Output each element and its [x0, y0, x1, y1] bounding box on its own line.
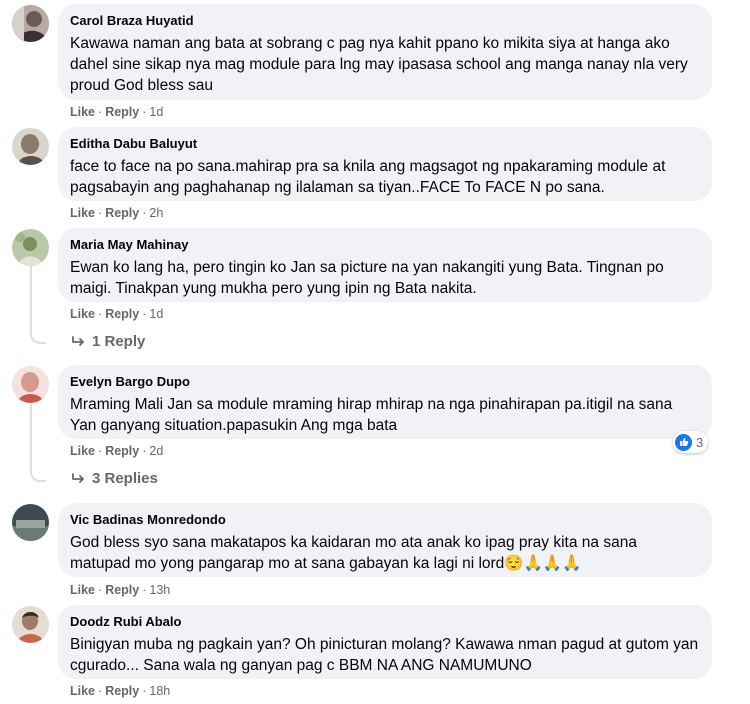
like-button[interactable]: Like — [70, 307, 95, 321]
like-button[interactable]: Like — [70, 583, 95, 597]
comment-actions: Like · Reply · 2d — [70, 444, 164, 458]
avatar[interactable] — [12, 128, 49, 165]
comment-bubble: Doodz Rubi Abalo Binigyan muba ng pagkai… — [58, 605, 712, 679]
avatar[interactable] — [12, 229, 49, 266]
avatar[interactable] — [12, 5, 49, 42]
comment-author[interactable]: Doodz Rubi Abalo — [70, 613, 700, 630]
comment-author[interactable]: Evelyn Bargo Dupo — [70, 373, 700, 390]
comment-text: face to face na po sana.mahirap pra sa k… — [70, 158, 666, 196]
comment-timestamp[interactable]: 13h — [149, 583, 170, 597]
comment-timestamp[interactable]: 2h — [149, 206, 163, 220]
comment-actions: Like · Reply · 2h — [70, 206, 164, 220]
like-button[interactable]: Like — [70, 206, 95, 220]
comment-bubble: Carol Braza Huyatid Kawawa naman ang bat… — [58, 4, 712, 100]
view-replies-button[interactable]: 1 Reply — [72, 332, 145, 352]
like-button[interactable]: Like — [70, 105, 95, 119]
comment-actions: Like · Reply · 1d — [70, 105, 164, 119]
avatar[interactable] — [12, 366, 49, 403]
comment-actions: Like · Reply · 1d — [70, 307, 164, 321]
reply-button[interactable]: Reply — [105, 307, 139, 321]
comment-author[interactable]: Vic Badinas Monredondo — [70, 511, 700, 528]
comment-actions: Like · Reply · 13h — [70, 583, 171, 597]
reply-button[interactable]: Reply — [105, 105, 139, 119]
comment-author[interactable]: Maria May Mahinay — [70, 236, 700, 253]
comment-text: Kawawa naman ang bata at sobrang c pag n… — [70, 35, 688, 94]
reaction-count: 3 — [696, 434, 704, 450]
comment-timestamp[interactable]: 2d — [149, 444, 163, 458]
reaction-summary[interactable]: 3 — [673, 431, 709, 453]
like-button[interactable]: Like — [70, 444, 95, 458]
like-button[interactable]: Like — [70, 684, 95, 698]
thread-line — [30, 266, 46, 344]
reply-arrow-icon — [72, 336, 84, 346]
reply-button[interactable]: Reply — [105, 206, 139, 220]
comment-bubble: Maria May Mahinay Ewan ko lang ha, pero … — [58, 228, 712, 302]
comment-bubble: Evelyn Bargo Dupo Mraming Mali Jan sa mo… — [58, 365, 712, 439]
avatar[interactable] — [12, 504, 49, 541]
view-replies-button[interactable]: 3 Replies — [72, 469, 158, 489]
like-reaction-icon — [675, 433, 692, 451]
comment-author[interactable]: Carol Braza Huyatid — [70, 12, 700, 29]
reply-button[interactable]: Reply — [105, 444, 139, 458]
comment-actions: Like · Reply · 18h — [70, 684, 171, 698]
avatar[interactable] — [12, 606, 49, 643]
comment-bubble: Vic Badinas Monredondo God bless syo san… — [58, 503, 712, 577]
reply-button[interactable]: Reply — [105, 583, 139, 597]
comment-author[interactable]: Editha Dabu Baluyut — [70, 135, 700, 152]
comment-text: Binigyan muba ng pagkain yan? Oh pinictu… — [70, 636, 699, 674]
comment-text: Mraming Mali Jan sa module mraming hirap… — [70, 396, 673, 434]
comment-text: Ewan ko lang ha, pero tingin ko Jan sa p… — [70, 259, 664, 297]
comment-timestamp[interactable]: 18h — [149, 684, 170, 698]
comment-bubble: Editha Dabu Baluyut face to face na po s… — [58, 127, 712, 201]
reply-arrow-icon — [72, 473, 84, 483]
comment-text: God bless syo sana makatapos ka kaidaran… — [70, 534, 637, 572]
thread-line — [30, 404, 46, 482]
replies-count: 1 Reply — [92, 333, 146, 350]
comment-timestamp[interactable]: 1d — [149, 105, 163, 119]
reply-button[interactable]: Reply — [105, 684, 139, 698]
comment-timestamp[interactable]: 1d — [149, 307, 163, 321]
replies-count: 3 Replies — [92, 470, 158, 487]
